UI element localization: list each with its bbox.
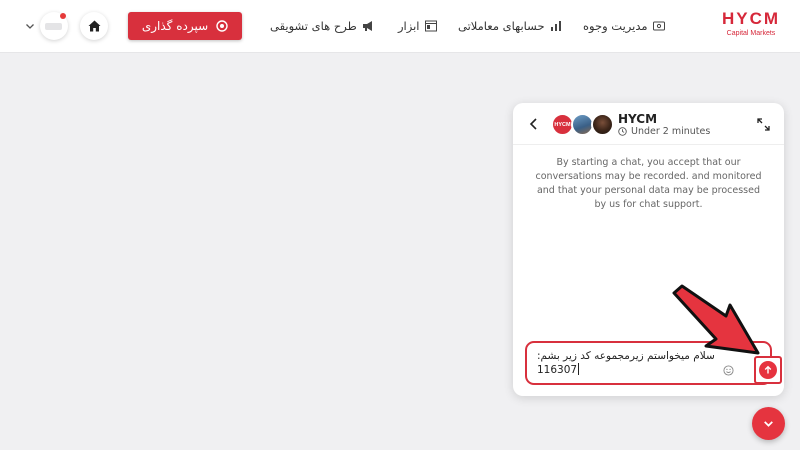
send-button[interactable] (754, 356, 782, 384)
chat-agent-name: HYCM (618, 112, 658, 126)
clock-icon (618, 127, 627, 136)
coins-icon (216, 20, 228, 32)
message-code: 116307 (537, 364, 578, 376)
user-avatar-button[interactable] (40, 12, 68, 40)
nav-item-incentive-plans[interactable]: طرح های تشویقی (270, 17, 374, 35)
arrow-up-icon (764, 365, 772, 374)
chevron-down-icon[interactable] (24, 20, 36, 32)
chat-header: HYCM HYCM Under 2 minutes (513, 103, 784, 145)
wallet-icon (652, 21, 665, 31)
deposit-button[interactable]: سپرده گذاری (128, 12, 242, 40)
avatar-label: HYCM (554, 121, 571, 128)
nav-item-label: مدیریت وجوه (583, 19, 648, 33)
annotation-arrow (672, 284, 760, 355)
send-button-circle (759, 361, 777, 379)
logo-tagline: Capital Markets (726, 30, 776, 37)
hycm-logo[interactable]: HYCM Capital Markets (718, 10, 784, 42)
bar-chart-icon (550, 21, 561, 31)
nav-item-label: حسابهای معاملاتی (458, 19, 545, 33)
home-icon (88, 20, 100, 32)
nav-item-tools[interactable]: ابزار (398, 17, 437, 35)
text-cursor (578, 363, 580, 375)
chevron-left-icon[interactable] (527, 117, 541, 131)
notification-dot (60, 13, 66, 19)
status-text: Under 2 minutes (631, 126, 711, 137)
agent-avatar-photo (591, 113, 614, 136)
user-avatar-icon (45, 23, 62, 30)
smiley-icon[interactable] (723, 365, 734, 376)
logo-wordmark: HYCM (721, 9, 781, 28)
nav-item-label: طرح های تشویقی (270, 19, 357, 33)
nav-item-trading-accounts[interactable]: حسابهای معاملاتی (458, 17, 562, 35)
nav-item-funds-management[interactable]: مدیریت وجوه (583, 17, 665, 35)
deposit-button-label: سپرده گذاری (141, 19, 209, 33)
nav-item-label: ابزار (398, 19, 420, 33)
chat-toggle-button[interactable] (752, 407, 785, 440)
chat-response-time: Under 2 minutes (618, 126, 710, 137)
chat-disclaimer: By starting a chat, you accept that our … (535, 157, 762, 210)
megaphone-icon (362, 21, 372, 31)
chevron-down-icon (764, 421, 773, 427)
top-navigation-bar: HYCM Capital Markets مدیریت وجوه حسابهای… (0, 0, 800, 53)
expand-icon[interactable] (757, 118, 770, 131)
tools-window-icon (424, 20, 437, 32)
home-button[interactable] (80, 12, 108, 40)
message-line-2: 116307 (537, 363, 727, 377)
